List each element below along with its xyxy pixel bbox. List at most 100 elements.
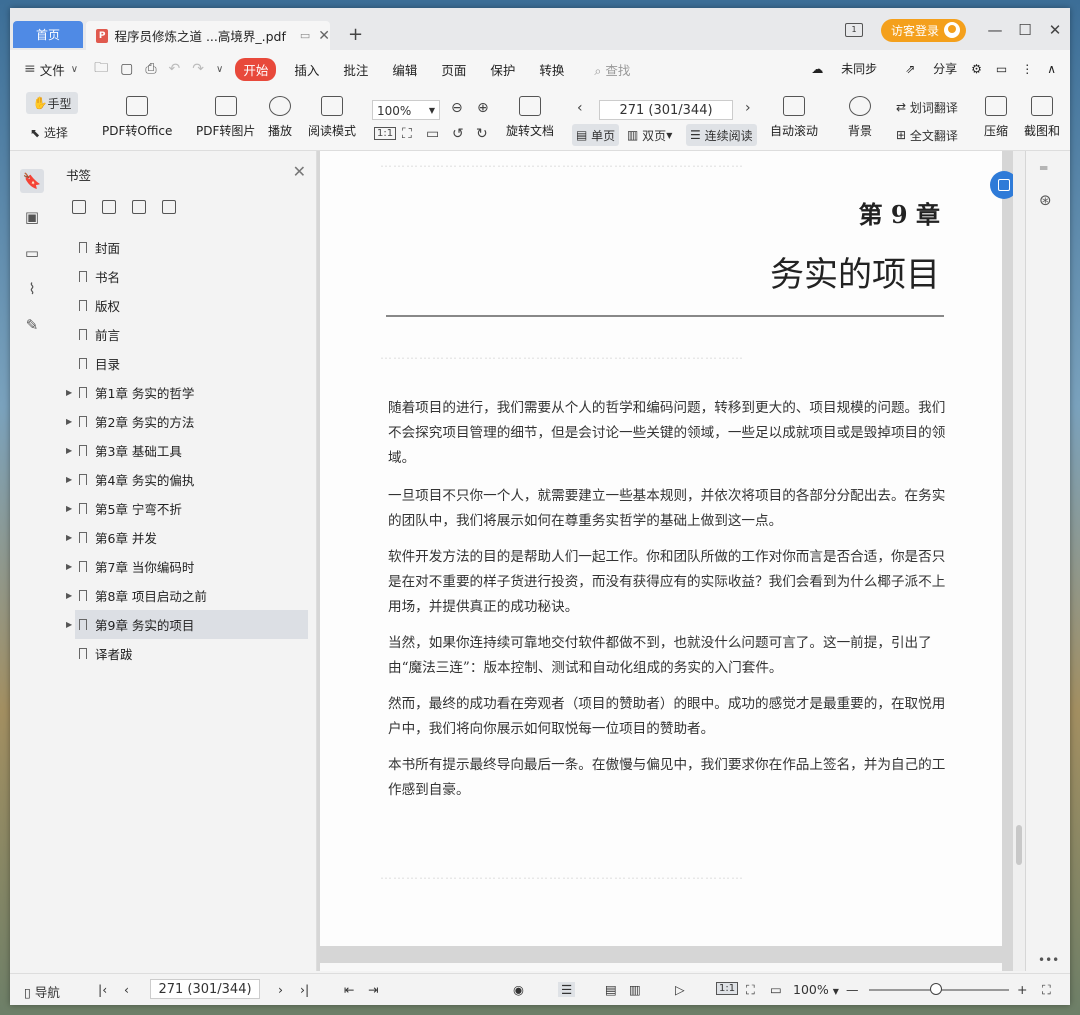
double-page-button[interactable]: ▥ 双页 ▼ — [623, 124, 676, 146]
single-page-button[interactable]: ▤ 单页 — [572, 124, 620, 146]
rotate-right-icon[interactable]: ↻ — [476, 126, 488, 142]
bookmark-item[interactable]: ▶ 第1章 务实的哲学 — [54, 378, 316, 407]
file-menu[interactable]: 文件 — [40, 60, 65, 79]
zoom-in-icon[interactable]: ⊕ — [477, 100, 489, 116]
expand-arrow-icon[interactable]: ▶ — [66, 446, 72, 455]
full-translate-button[interactable]: ⊞ 全文翻译 — [892, 124, 962, 146]
guest-login-button[interactable]: 访客登录 — [880, 18, 966, 42]
expand-arrow-icon[interactable]: ▶ — [66, 417, 72, 426]
add-bookmark-icon[interactable] — [72, 200, 86, 214]
bookmark-item[interactable]: ▶ 第6章 并发 — [54, 523, 316, 552]
background-button[interactable]: 背景 — [848, 96, 872, 139]
play-button[interactable]: 播放 — [268, 96, 292, 139]
fit-width-mode-icon[interactable]: ▭ — [770, 982, 782, 997]
fit-page-icon[interactable]: ⛶ — [402, 126, 412, 142]
navigation-toggle[interactable]: ▯ 导航 — [24, 982, 60, 1001]
continuous-mode-icon[interactable]: ☰ — [558, 982, 576, 997]
compress-button[interactable]: 压缩 — [984, 96, 1008, 139]
print-icon[interactable]: ⎙ — [145, 61, 156, 77]
prev-page-icon[interactable]: ‹ — [577, 100, 583, 116]
next-page-icon[interactable]: › — [278, 982, 283, 997]
hand-tool-button[interactable]: ✋ 手型 — [26, 92, 78, 114]
attachment-icon[interactable]: ⌇ — [20, 277, 44, 301]
home-tab[interactable]: 首页 — [13, 21, 83, 48]
bookmark-item[interactable]: 封面 — [54, 233, 316, 262]
expand-arrow-icon[interactable]: ▶ — [66, 504, 72, 513]
more-options-icon[interactable]: ••• — [1038, 953, 1059, 967]
tab-annotate[interactable]: 批注 — [343, 60, 368, 79]
expand-arrow-icon[interactable]: ▶ — [66, 562, 72, 571]
ai-search-icon[interactable]: ⊛ — [1039, 191, 1052, 209]
bookmark-item[interactable]: ▶ 第7章 当你编码时 — [54, 552, 316, 581]
auto-scroll-button[interactable]: 自动滚动 — [770, 96, 818, 139]
zoom-select[interactable]: 100% ▼ — [372, 100, 440, 120]
thumbnail-icon[interactable]: ▣ — [20, 205, 44, 229]
quick-access-dropdown-icon[interactable]: ∨ — [216, 64, 223, 75]
comment-icon[interactable]: ▭ — [996, 62, 1007, 76]
more-menu-icon[interactable]: ⋮ — [1021, 62, 1033, 76]
bookmark-item[interactable]: ▶ 第5章 宁弯不折 — [54, 494, 316, 523]
maximize-icon[interactable]: ☐ — [1010, 21, 1040, 39]
comment-panel-icon[interactable]: ▭ — [20, 241, 44, 265]
page-number-input[interactable]: 271 (301/344) — [599, 100, 733, 120]
tab-pin-icon[interactable]: ▭ — [300, 29, 310, 42]
rotate-document-button[interactable]: 旋转文档 — [506, 96, 554, 139]
select-tool-button[interactable]: ⬉ 选择 — [30, 124, 68, 141]
zoom-out-icon[interactable]: — — [846, 982, 859, 997]
vertical-scrollbar[interactable] — [1013, 151, 1025, 971]
tab-protect[interactable]: 保护 — [490, 60, 515, 79]
forward-icon[interactable]: ⇥ — [368, 982, 378, 997]
tab-page[interactable]: 页面 — [441, 60, 466, 79]
bookmark-item[interactable]: 前言 — [54, 320, 316, 349]
status-page-input[interactable]: 271 (301/344) — [150, 979, 260, 999]
fit-page-mode-icon[interactable]: ⛶ — [746, 982, 755, 998]
share-button[interactable]: ⇗ 分享 — [891, 60, 957, 77]
expand-arrow-icon[interactable]: ▶ — [66, 591, 72, 600]
expand-arrow-icon[interactable]: ▶ — [66, 388, 72, 397]
pdf-to-office-button[interactable]: PDF转Office — [102, 96, 172, 139]
close-window-icon[interactable]: ✕ — [1040, 21, 1070, 39]
panel-toggle-icon[interactable]: ═ — [1040, 161, 1047, 175]
save-icon[interactable]: ▢ — [120, 61, 133, 77]
bookmark-item[interactable]: 译者跋 — [54, 639, 316, 668]
actual-size-mode-icon[interactable]: 1:1 — [716, 982, 739, 995]
bookmark-item[interactable]: ▶ 第8章 项目启动之前 — [54, 581, 316, 610]
new-tab-button[interactable]: + — [348, 24, 363, 45]
close-panel-icon[interactable]: ✕ — [293, 162, 306, 181]
settings-icon[interactable]: ⚙ — [971, 62, 982, 76]
collapse-ribbon-icon[interactable]: ∧ — [1047, 62, 1056, 76]
back-icon[interactable]: ⇤ — [344, 982, 354, 997]
pdf-to-image-button[interactable]: PDF转图片 — [196, 96, 255, 139]
prev-page-icon[interactable]: ‹ — [124, 982, 129, 997]
last-page-icon[interactable]: ›| — [300, 982, 309, 997]
bookmark-item[interactable]: 目录 — [54, 349, 316, 378]
chevron-down-icon[interactable]: ∨ — [71, 64, 78, 75]
zoom-out-icon[interactable]: ⊖ — [451, 100, 463, 116]
bookmark-item[interactable]: 书名 — [54, 262, 316, 291]
eye-mode-icon[interactable]: ◉ — [513, 982, 524, 997]
expand-arrow-icon[interactable]: ▶ — [66, 475, 72, 484]
bookmark-item[interactable]: 版权 — [54, 291, 316, 320]
undo-icon[interactable]: ↶ — [169, 61, 181, 77]
actual-size-icon[interactable]: 1:1 — [374, 127, 397, 140]
word-translate-button[interactable]: ⇄ 划词翻译 — [892, 96, 962, 118]
fullscreen-icon[interactable]: ⛶ — [1042, 982, 1051, 998]
tab-edit[interactable]: 编辑 — [392, 60, 417, 79]
tab-close-icon[interactable]: ✕ — [318, 28, 330, 44]
read-mode-button[interactable]: 阅读模式 — [308, 96, 356, 139]
bookmark-item[interactable]: ▶ 第4章 务实的偏执 — [54, 465, 316, 494]
signature-icon[interactable]: ✎ — [20, 313, 44, 337]
next-page-icon[interactable]: › — [745, 100, 751, 116]
continuous-read-button[interactable]: ☰ 连续阅读 — [686, 124, 757, 146]
sync-status[interactable]: ☁ 未同步 — [797, 60, 877, 77]
hamburger-menu-icon[interactable]: ≡ — [24, 61, 36, 77]
zoom-slider-handle[interactable] — [930, 983, 942, 995]
bookmark-item[interactable]: ▶ 第9章 务实的项目 — [66, 610, 308, 639]
double-page-mode-icon[interactable]: ▥ — [629, 982, 641, 997]
bookmark-item[interactable]: ▶ 第3章 基础工具 — [54, 436, 316, 465]
tab-start[interactable]: 开始 — [235, 57, 277, 81]
document-tab[interactable]: P 程序员修炼之道 ...高境界_.pdf ▭ ✕ — [86, 21, 330, 50]
zoom-in-icon[interactable]: + — [1017, 982, 1027, 997]
tab-convert[interactable]: 转换 — [539, 60, 564, 79]
scrollbar-thumb[interactable] — [1016, 825, 1022, 865]
